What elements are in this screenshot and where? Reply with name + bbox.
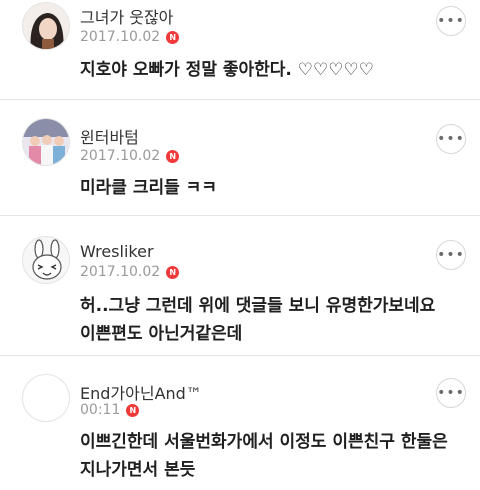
comment-text-line: 이쁜편도 아닌거같은데 (80, 324, 243, 344)
more-options-button[interactable]: ••• (436, 240, 466, 270)
comment-text-line: 미라클 크리들 ㅋㅋ (80, 178, 217, 198)
comment-meta: 2017.10.02 N (80, 29, 180, 45)
comment-date: 2017.10.02 (80, 264, 161, 280)
new-badge: N (166, 265, 180, 279)
comment-date: 2017.10.02 (80, 29, 161, 45)
comment-meta: 00:11 N (80, 402, 140, 418)
avatar[interactable] (22, 236, 70, 284)
comment-date: 00:11 (80, 402, 121, 418)
new-badge: N (126, 403, 140, 417)
more-options-button[interactable]: ••• (436, 124, 466, 154)
comment-item: 그녀가 웃잖아 2017.10.02 N 지호야 오빠가 정말 좋아한다. ♡♡… (0, 0, 480, 100)
comment-text-line: 허..그냥 그런데 위에 댓글들 보니 유명한가보네요 (80, 296, 436, 316)
comment-text-line: 지호야 오빠가 정말 좋아한다. ♡♡♡♡♡ (80, 60, 375, 80)
comment-date: 2017.10.02 (80, 148, 161, 164)
comment-text-line: 이쁘긴한데 서울번화가에서 이정도 이쁜친구 한둘은 (80, 432, 448, 452)
comment-text: 허..그냥 그런데 위에 댓글들 보니 유명한가보네요 이쁜편도 아닌거같은데 (80, 292, 460, 348)
comment-author[interactable]: 그녀가 웃잖아 (80, 4, 173, 28)
comment-author[interactable]: Wresliker (80, 242, 154, 261)
comment-meta: 2017.10.02 N (80, 148, 180, 164)
new-badge: N (166, 149, 180, 163)
comment-item: 윈터바텀 2017.10.02 N 미라클 크리들 ㅋㅋ ••• (0, 100, 480, 216)
avatar[interactable] (22, 2, 70, 50)
comment-text-line: 지나가면서 본듯 (80, 460, 196, 480)
comment-item: End가아닌And™ 00:11 N 이쁘긴한데 서울번화가에서 이정도 이쁜친… (0, 356, 480, 490)
more-horizontal-icon: ••• (437, 247, 465, 263)
more-options-button[interactable]: ••• (436, 6, 466, 36)
more-horizontal-icon: ••• (437, 131, 465, 147)
more-horizontal-icon: ••• (437, 13, 465, 29)
comment-text: 이쁘긴한데 서울번화가에서 이정도 이쁜친구 한둘은 지나가면서 본듯 (80, 428, 460, 484)
comment-text: 지호야 오빠가 정말 좋아한다. ♡♡♡♡♡ (80, 56, 460, 84)
comment-author[interactable]: End가아닌And™ (80, 380, 202, 404)
comment-text: 미라클 크리들 ㅋㅋ (80, 174, 460, 202)
comment-author[interactable]: 윈터바텀 (80, 124, 139, 148)
comment-meta: 2017.10.02 N (80, 264, 180, 280)
new-badge: N (166, 30, 180, 44)
more-horizontal-icon: ••• (437, 385, 465, 401)
comment-item: Wresliker 2017.10.02 N 허..그냥 그런데 위에 댓글들 … (0, 216, 480, 356)
more-options-button[interactable]: ••• (436, 378, 466, 408)
avatar[interactable] (22, 118, 70, 166)
avatar[interactable] (22, 374, 70, 422)
